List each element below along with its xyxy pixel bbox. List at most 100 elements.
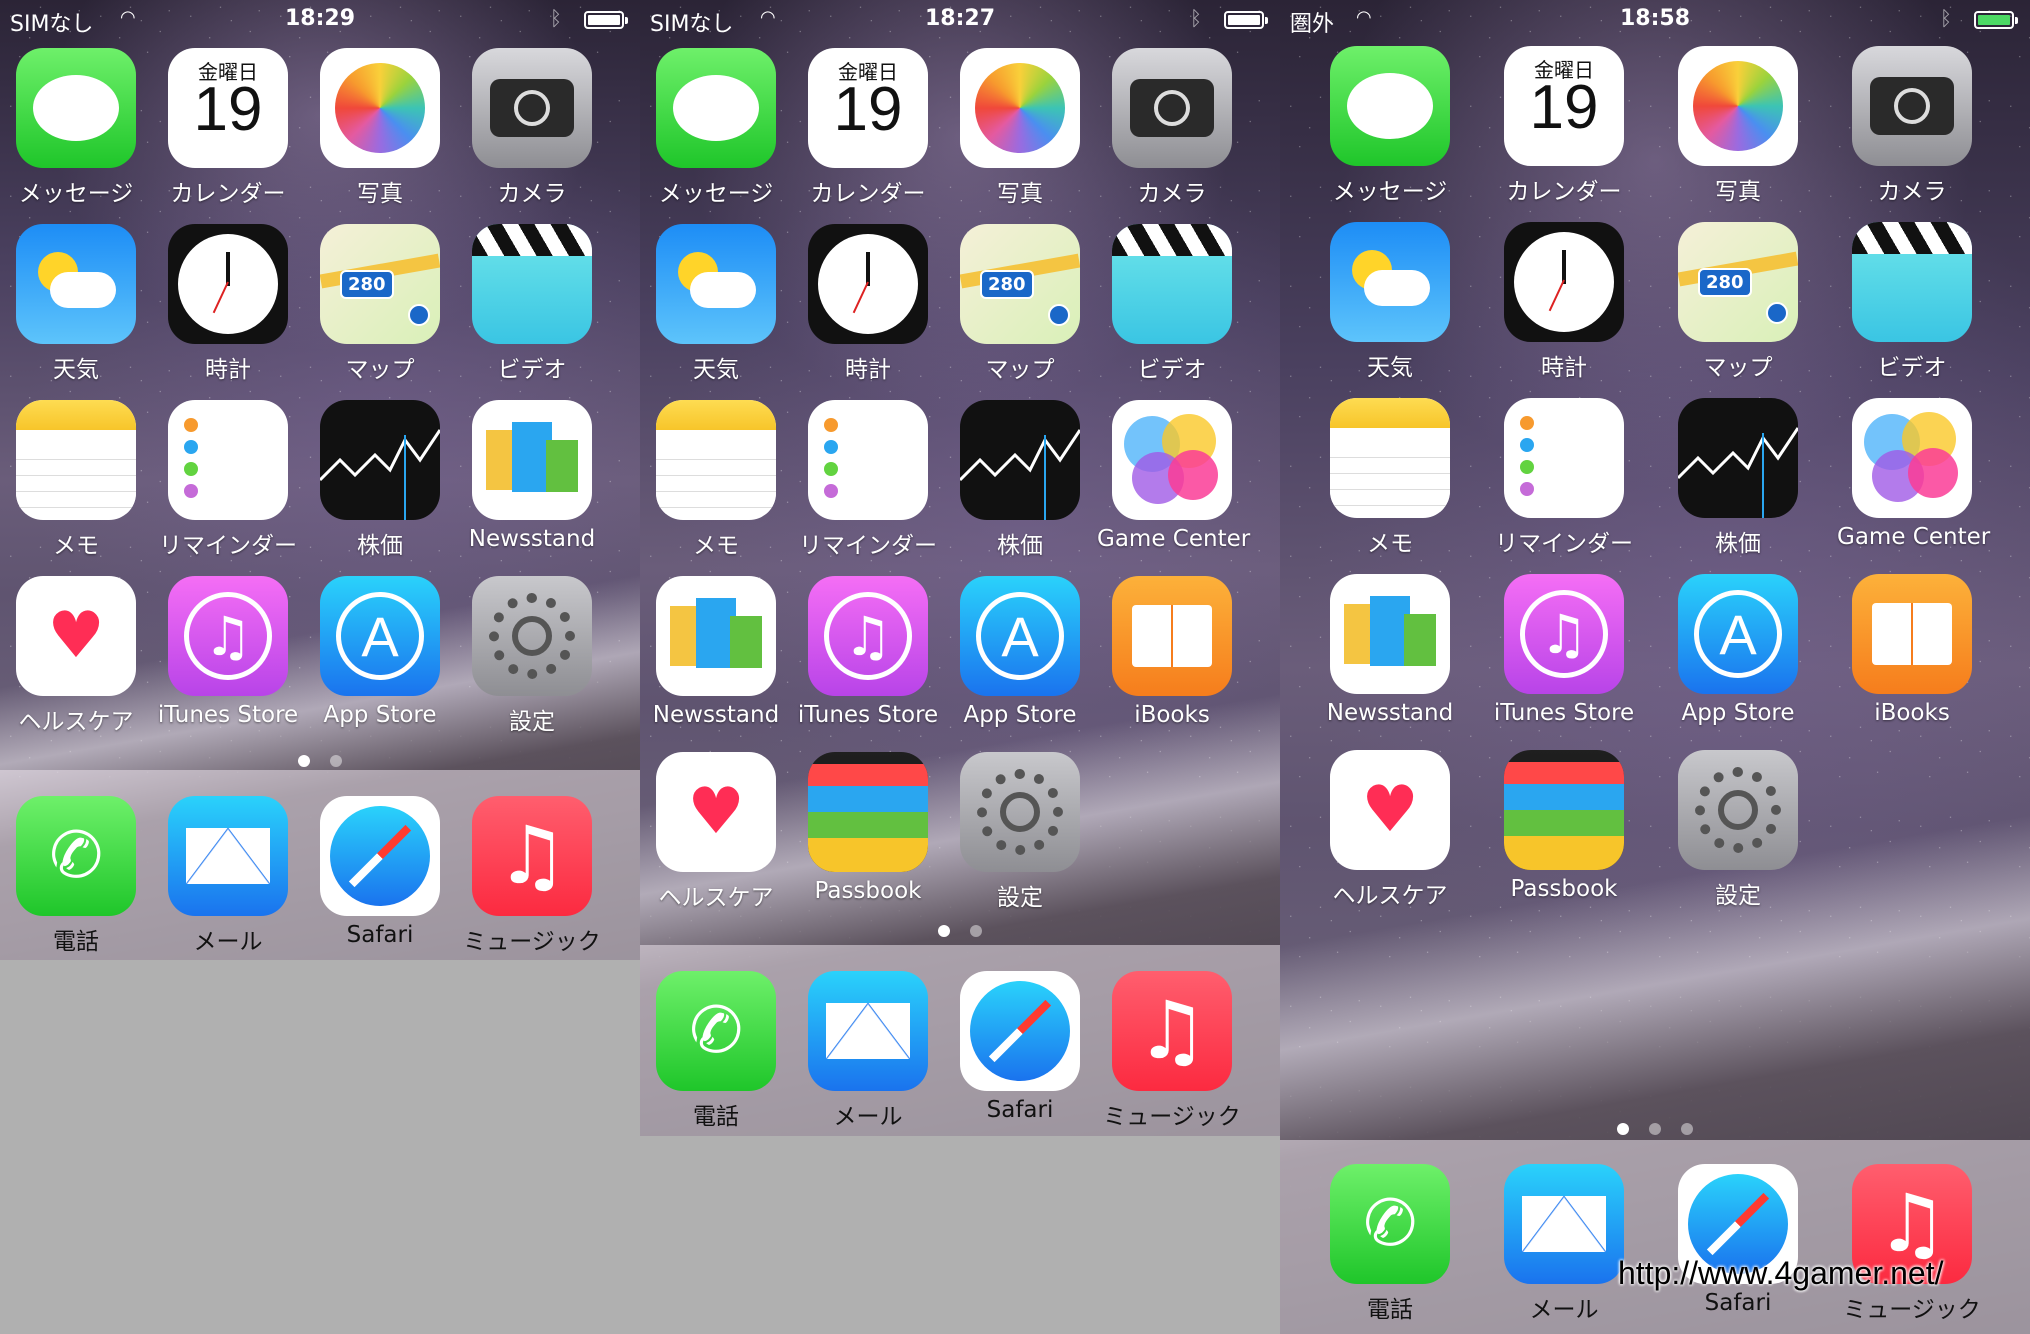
- messages-icon[interactable]: [1330, 46, 1450, 166]
- app-app-store[interactable]: A App Store: [305, 576, 455, 728]
- app-store-icon[interactable]: A: [960, 576, 1080, 696]
- maps-icon[interactable]: 280: [320, 224, 440, 344]
- settings-icon[interactable]: [1678, 750, 1798, 870]
- app-notes[interactable]: メモ: [641, 400, 791, 560]
- app-itunes-store[interactable]: ♫ iTunes Store: [793, 576, 943, 728]
- settings-icon[interactable]: [472, 576, 592, 696]
- app-stocks[interactable]: 株価: [305, 400, 455, 560]
- phone-icon[interactable]: ✆: [656, 971, 776, 1091]
- reminders-icon[interactable]: [168, 400, 288, 520]
- phone-icon[interactable]: ✆: [1330, 1164, 1450, 1284]
- app-passbook[interactable]: Passbook: [793, 752, 943, 904]
- app-reminders[interactable]: リマインダー: [1489, 398, 1639, 558]
- app-store-icon[interactable]: A: [320, 576, 440, 696]
- app-ibooks[interactable]: iBooks: [1837, 574, 1987, 726]
- app-safari[interactable]: Safari: [305, 796, 455, 948]
- app-newsstand[interactable]: Newsstand: [457, 400, 607, 552]
- game-center-icon[interactable]: [1852, 398, 1972, 518]
- stocks-icon[interactable]: [320, 400, 440, 520]
- stocks-icon[interactable]: [1678, 398, 1798, 518]
- app-camera[interactable]: カメラ: [1837, 46, 1987, 206]
- app-weather[interactable]: 天気: [641, 224, 791, 384]
- stocks-icon[interactable]: [960, 400, 1080, 520]
- maps-icon[interactable]: 280: [960, 224, 1080, 344]
- mail-icon[interactable]: [1504, 1164, 1624, 1284]
- clock-icon[interactable]: [808, 224, 928, 344]
- app-phone[interactable]: ✆ 電話: [1315, 1164, 1465, 1324]
- health-icon[interactable]: ♥: [16, 576, 136, 696]
- app-calendar[interactable]: 金曜日 19 カレンダー: [153, 48, 303, 208]
- app-ibooks[interactable]: iBooks: [1097, 576, 1247, 728]
- safari-icon[interactable]: [960, 971, 1080, 1091]
- app-maps[interactable]: 280 マップ: [945, 224, 1095, 384]
- app-maps[interactable]: 280 マップ: [305, 224, 455, 384]
- app-music[interactable]: ♫ ミュージック: [1097, 971, 1247, 1131]
- page-indicator[interactable]: [1280, 1120, 2030, 1139]
- app-videos[interactable]: ビデオ: [1097, 224, 1247, 384]
- page-dot[interactable]: [1649, 1123, 1661, 1135]
- app-stocks[interactable]: 株価: [1663, 398, 1813, 558]
- app-maps[interactable]: 280 マップ: [1663, 222, 1813, 382]
- app-clock[interactable]: 時計: [153, 224, 303, 384]
- page-dot[interactable]: [1681, 1123, 1693, 1135]
- camera-icon[interactable]: [472, 48, 592, 168]
- camera-icon[interactable]: [1112, 48, 1232, 168]
- weather-icon[interactable]: [1330, 222, 1450, 342]
- reminders-icon[interactable]: [808, 400, 928, 520]
- app-music[interactable]: ♫ ミュージック: [457, 796, 607, 956]
- calendar-icon[interactable]: 金曜日 19: [1504, 46, 1624, 166]
- messages-icon[interactable]: [656, 48, 776, 168]
- reminders-icon[interactable]: [1504, 398, 1624, 518]
- game-center-icon[interactable]: [1112, 400, 1232, 520]
- app-safari[interactable]: Safari: [1663, 1164, 1813, 1316]
- health-icon[interactable]: ♥: [1330, 750, 1450, 870]
- music-icon[interactable]: ♫: [1112, 971, 1232, 1091]
- app-stocks[interactable]: 株価: [945, 400, 1095, 560]
- app-health[interactable]: ♥ ヘルスケア: [1, 576, 151, 736]
- music-icon[interactable]: ♫: [472, 796, 592, 916]
- page-indicator[interactable]: [0, 752, 640, 771]
- photos-icon[interactable]: [960, 48, 1080, 168]
- app-messages[interactable]: メッセージ: [1, 48, 151, 208]
- app-messages[interactable]: メッセージ: [641, 48, 791, 208]
- newsstand-icon[interactable]: [656, 576, 776, 696]
- page-dot[interactable]: [938, 925, 950, 937]
- app-camera[interactable]: カメラ: [457, 48, 607, 208]
- app-reminders[interactable]: リマインダー: [153, 400, 303, 560]
- app-messages[interactable]: メッセージ: [1315, 46, 1465, 206]
- camera-icon[interactable]: [1852, 46, 1972, 166]
- app-notes[interactable]: メモ: [1, 400, 151, 560]
- notes-icon[interactable]: [656, 400, 776, 520]
- itunes-store-icon[interactable]: ♫: [808, 576, 928, 696]
- app-newsstand[interactable]: Newsstand: [1315, 574, 1465, 726]
- weather-icon[interactable]: [656, 224, 776, 344]
- page-dot[interactable]: [970, 925, 982, 937]
- app-camera[interactable]: カメラ: [1097, 48, 1247, 208]
- mail-icon[interactable]: [808, 971, 928, 1091]
- app-weather[interactable]: 天気: [1, 224, 151, 384]
- app-game-center[interactable]: Game Center: [1097, 400, 1250, 552]
- app-passbook[interactable]: Passbook: [1489, 750, 1639, 902]
- notes-icon[interactable]: [1330, 398, 1450, 518]
- app-videos[interactable]: ビデオ: [1837, 222, 1987, 382]
- mail-icon[interactable]: [168, 796, 288, 916]
- app-itunes-store[interactable]: ♫ iTunes Store: [1489, 574, 1639, 726]
- app-settings[interactable]: 設定: [457, 576, 607, 736]
- app-phone[interactable]: ✆ 電話: [641, 971, 791, 1131]
- app-mail[interactable]: メール: [153, 796, 303, 956]
- videos-icon[interactable]: [1112, 224, 1232, 344]
- page-indicator[interactable]: [640, 922, 1280, 941]
- weather-icon[interactable]: [16, 224, 136, 344]
- passbook-icon[interactable]: [808, 752, 928, 872]
- itunes-store-icon[interactable]: ♫: [1504, 574, 1624, 694]
- notes-icon[interactable]: [16, 400, 136, 520]
- app-mail[interactable]: メール: [1489, 1164, 1639, 1324]
- app-app-store[interactable]: A App Store: [945, 576, 1095, 728]
- app-weather[interactable]: 天気: [1315, 222, 1465, 382]
- calendar-icon[interactable]: 金曜日 19: [168, 48, 288, 168]
- app-videos[interactable]: ビデオ: [457, 224, 607, 384]
- app-calendar[interactable]: 金曜日 19 カレンダー: [793, 48, 943, 208]
- app-itunes-store[interactable]: ♫ iTunes Store: [153, 576, 303, 728]
- clock-icon[interactable]: [168, 224, 288, 344]
- app-newsstand[interactable]: Newsstand: [641, 576, 791, 728]
